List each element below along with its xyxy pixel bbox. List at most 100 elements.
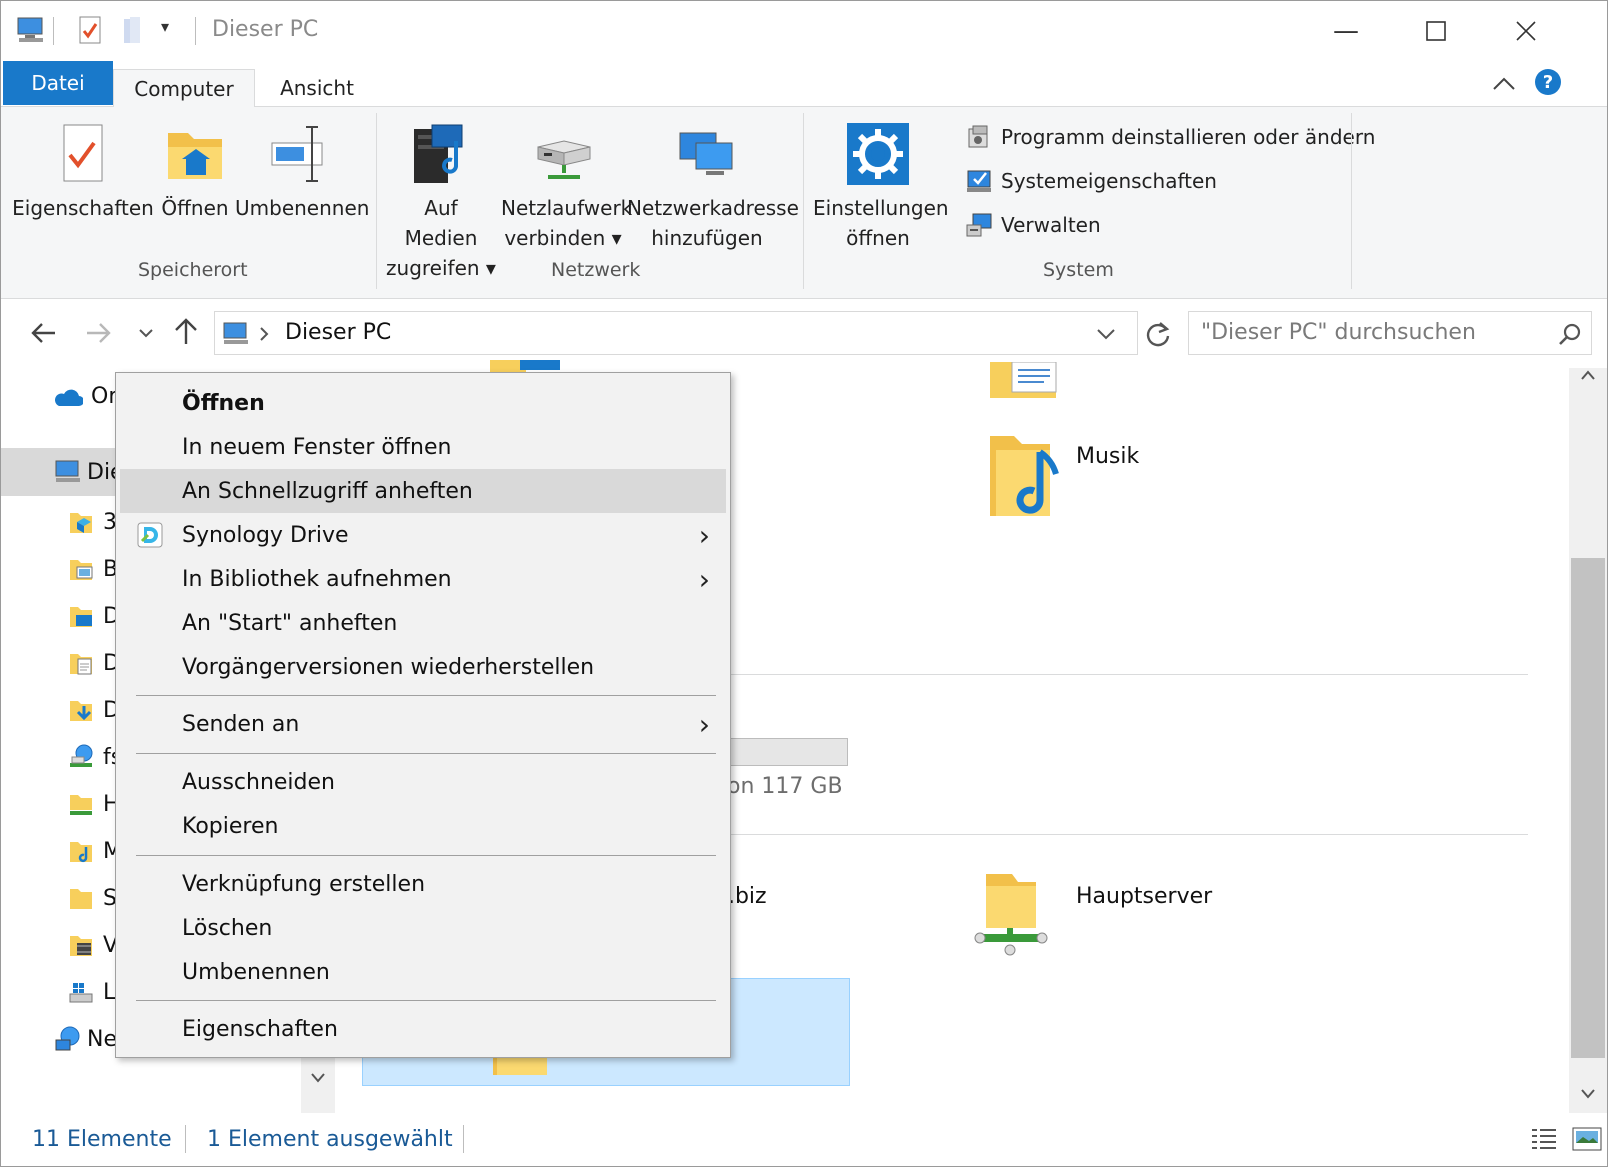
quick-access-dropdown-icon[interactable]: ▾: [161, 17, 169, 36]
documents-folder-large-icon[interactable]: [986, 362, 1066, 408]
programm-deinstallieren-button[interactable]: Programm deinstallieren oder ändern: [965, 123, 1375, 151]
nav-item-network-share-h[interactable]: H: [67, 790, 120, 818]
search-input[interactable]: "Dieser PC" durchsuchen: [1188, 311, 1592, 355]
address-path[interactable]: Dieser PC: [285, 320, 391, 345]
einstellungen-oeffnen-button[interactable]: Einstellungen öffnen: [813, 121, 949, 253]
close-button[interactable]: [1481, 5, 1571, 57]
navigation-bar: Dieser PC "Dieser PC" durchsuchen: [1, 300, 1607, 368]
menu-item-in-neuem-fenster[interactable]: In neuem Fenster öffnen: [120, 425, 726, 469]
scroll-down-icon[interactable]: [1579, 1086, 1597, 1102]
menu-item-schnellzugriff-anheften[interactable]: An Schnellzugriff anheften: [120, 469, 726, 513]
content-scrollbar[interactable]: [1569, 368, 1607, 1113]
musik-label[interactable]: Musik: [1076, 444, 1139, 469]
refresh-icon[interactable]: [1144, 320, 1172, 348]
this-pc-address-icon: [223, 322, 248, 344]
nav-scroll-down-icon[interactable]: [309, 1070, 327, 1086]
netzlaufwerk-verbinden-button[interactable]: Netzlaufwerk verbinden ▾: [501, 121, 632, 253]
network-folder-large-icon[interactable]: [972, 870, 1052, 960]
menu-item-loeschen[interactable]: Löschen: [120, 906, 726, 950]
systemeigenschaften-button[interactable]: Systemeigenschaften: [965, 167, 1217, 195]
address-dropdown-icon[interactable]: [1095, 325, 1117, 343]
medien-dropdown-icon: ▾: [485, 256, 496, 280]
collapse-ribbon-icon[interactable]: [1491, 73, 1517, 93]
this-pc-nav-icon: [55, 460, 80, 482]
nav-item-bilder[interactable]: B: [67, 555, 118, 583]
nav-item-downloads[interactable]: D: [67, 696, 120, 724]
desktop-folder-icon: [70, 607, 92, 627]
settings-gear-icon: [847, 123, 909, 185]
tab-datei[interactable]: Datei: [3, 61, 113, 105]
status-item-count: 11 Elemente: [32, 1127, 172, 1152]
context-menu: Öffnen In neuem Fenster öffnen An Schnel…: [115, 372, 731, 1058]
minimize-icon: —: [1333, 16, 1359, 46]
nav-item-s[interactable]: S: [67, 884, 117, 912]
properties-quick-icon[interactable]: [77, 15, 105, 47]
nav-item-videos[interactable]: V: [67, 931, 118, 959]
network-icon: [55, 1026, 80, 1051]
minimize-button[interactable]: —: [1301, 5, 1391, 57]
explorer-window: ▾ Dieser PC — Datei Computer Ansicht ? E…: [0, 0, 1608, 1167]
menu-item-eigenschaften[interactable]: Eigenschaften: [120, 1007, 726, 1051]
forward-arrow-icon[interactable]: [85, 320, 113, 346]
up-arrow-icon[interactable]: [173, 316, 199, 346]
address-bar[interactable]: Dieser PC: [214, 311, 1138, 355]
scrollbar-thumb[interactable]: [1571, 558, 1605, 1058]
large-icons-view-icon[interactable]: [1571, 1125, 1603, 1153]
netzwerkadresse-hinzufuegen-button[interactable]: Netzwerkadresse hinzufügen: [627, 121, 799, 253]
nav-item-lokaler-datentraeger[interactable]: L: [67, 978, 115, 1006]
nav-item-network-share-fs[interactable]: fs: [67, 743, 122, 771]
music-folder-large-icon[interactable]: [986, 430, 1066, 520]
new-folder-quick-icon[interactable]: [121, 15, 147, 47]
this-pc-icon: [17, 17, 43, 42]
drive-size-label: von 117 GB: [714, 774, 843, 799]
menu-item-ausschneiden[interactable]: Ausschneiden: [120, 760, 726, 804]
tab-ansicht[interactable]: Ansicht: [259, 69, 375, 107]
svg-text:?: ?: [1543, 72, 1553, 93]
menu-item-verknuepfung[interactable]: Verknüpfung erstellen: [120, 862, 726, 906]
rename-icon: [271, 126, 323, 182]
breadcrumb-chevron-icon[interactable]: [257, 326, 271, 342]
nav-dieser-pc[interactable]: Die: [53, 458, 124, 486]
menu-item-bibliothek[interactable]: In Bibliothek aufnehmen ›: [120, 557, 726, 601]
back-arrow-icon[interactable]: [29, 320, 57, 346]
title-bar: ▾ Dieser PC —: [1, 1, 1607, 61]
oeffnen-button[interactable]: Öffnen: [157, 121, 233, 223]
tab-computer[interactable]: Computer: [113, 69, 255, 108]
menu-item-umbenennen[interactable]: Umbenennen: [120, 950, 726, 994]
local-disk-icon: [69, 983, 93, 1003]
hauptserver-label[interactable]: Hauptserver: [1076, 884, 1212, 909]
nav-item-dokumente[interactable]: D: [67, 649, 120, 677]
details-view-icon[interactable]: [1529, 1125, 1559, 1153]
umbenennen-button[interactable]: Umbenennen: [235, 121, 369, 223]
computer-management-icon: [966, 213, 992, 237]
media-server-icon: [414, 124, 463, 183]
nav-item-musik[interactable]: M: [67, 837, 122, 865]
nav-pane-scrollbar[interactable]: [301, 1056, 335, 1113]
auf-medien-zugreifen-button[interactable]: Auf Medien zugreifen ▾: [385, 121, 497, 283]
documents-folder-icon: [70, 654, 92, 675]
downloads-folder-icon: [70, 701, 92, 721]
help-icon[interactable]: ?: [1533, 67, 1563, 97]
menu-item-vorgaengerversionen[interactable]: Vorgängerversionen wiederherstellen: [120, 645, 726, 689]
nav-item-desktop[interactable]: D: [67, 602, 120, 630]
properties-icon: [63, 124, 103, 182]
status-bar: 11 Elemente 1 Element ausgewählt: [1, 1113, 1607, 1166]
menu-item-oeffnen[interactable]: Öffnen: [120, 381, 726, 425]
nav-item-3d-objekte[interactable]: 3: [67, 508, 117, 536]
synology-drive-icon: [137, 522, 163, 548]
nav-onedrive[interactable]: On: [53, 384, 122, 409]
verwalten-button[interactable]: Verwalten: [965, 211, 1101, 239]
eigenschaften-button[interactable]: Eigenschaften: [11, 121, 155, 223]
search-icon[interactable]: [1557, 322, 1583, 348]
group-label-system: System: [1043, 259, 1114, 281]
status-selected: 1 Element ausgewählt: [207, 1127, 453, 1152]
scroll-up-icon[interactable]: [1579, 368, 1597, 384]
recent-locations-chevron-icon[interactable]: [137, 324, 155, 342]
network-drive-icon: [537, 140, 591, 179]
menu-item-kopieren[interactable]: Kopieren: [120, 804, 726, 848]
menu-item-synology-drive[interactable]: Synology Drive ›: [120, 513, 726, 557]
submenu-arrow-icon: ›: [698, 563, 710, 596]
menu-item-senden-an[interactable]: Senden an ›: [120, 702, 726, 746]
menu-item-start-anheften[interactable]: An "Start" anheften: [120, 601, 726, 645]
maximize-button[interactable]: [1391, 5, 1481, 57]
